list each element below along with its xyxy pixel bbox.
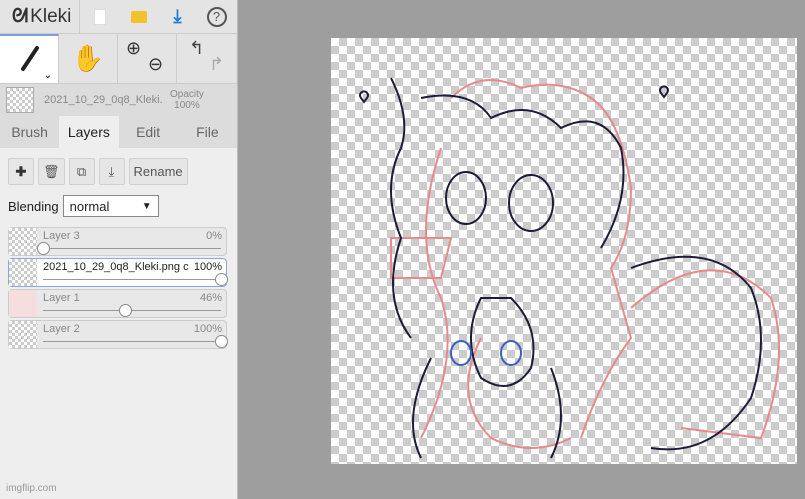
layer-opacity-slider[interactable]: [43, 304, 221, 317]
layer-opacity: 100%: [193, 323, 222, 335]
layer-thumbnail: [9, 290, 37, 317]
add-layer-button[interactable]: ✚: [8, 158, 34, 185]
zoom-in-icon[interactable]: ⊕: [126, 38, 141, 59]
layer-thumbnail: [9, 228, 37, 255]
chevron-down-icon[interactable]: ⌄: [44, 70, 52, 81]
duplicate-layer-button[interactable]: ⧉: [68, 158, 95, 185]
layer-name: Layer 2: [43, 323, 80, 335]
file-thumbnail: [6, 87, 34, 113]
blending-label: Blending: [8, 198, 59, 214]
layer-name: Layer 1: [43, 292, 80, 304]
layer-name: 2021_10_29_0q8_Kleki.png c: [43, 261, 189, 273]
undo-redo-buttons: ↰ ↱: [177, 34, 236, 83]
layer-thumbnail: [9, 321, 37, 348]
layer-opacity: 46%: [199, 292, 222, 304]
navy-sketch-layer: [359, 77, 762, 459]
slider-knob[interactable]: [37, 242, 50, 255]
layer-opacity-slider[interactable]: [43, 273, 228, 286]
layer-list: Layer 3 0% 2021_10_29_0q8_Kleki.png c 100%…: [8, 227, 229, 349]
hand-icon: ✋: [71, 43, 105, 73]
opacity-label: Opacity: [170, 89, 204, 100]
tab-layers[interactable]: Layers: [59, 116, 119, 148]
brush-tool-button[interactable]: ⌄: [0, 34, 59, 83]
layer-thumbnail: [9, 259, 37, 286]
slider-knob[interactable]: [215, 335, 228, 348]
zoom-buttons: ⊕ ⊖: [118, 34, 177, 83]
tab-edit[interactable]: Edit: [119, 116, 178, 148]
sidebar: ᘛ Kleki ⤓ ? ⌄ ✋ ⊕ ⊖ ↰ ↱ 2021_10_29_0q8_Klek…: [0, 0, 238, 499]
blue-sketch-layer: [450, 340, 522, 366]
merge-layer-button[interactable]: ⤓: [98, 158, 125, 185]
layers-panel: ✚ 🗑 ⧉ ⤓ Rename Blending normal ▼ Layer 3 0…: [0, 148, 237, 499]
zoom-out-icon[interactable]: ⊖: [148, 54, 163, 75]
new-image-icon[interactable]: [80, 0, 119, 34]
undo-icon[interactable]: ↰: [189, 38, 204, 59]
layer-item[interactable]: 2021_10_29_0q8_Kleki.png c 100%: [8, 258, 228, 287]
rename-button[interactable]: Rename: [128, 158, 188, 185]
slider-knob[interactable]: [118, 304, 132, 317]
redo-icon[interactable]: ↱: [209, 54, 224, 75]
help-icon[interactable]: ?: [197, 0, 236, 34]
sketch-artwork: [359, 77, 780, 459]
chevron-down-icon: ▼: [141, 200, 152, 212]
layer-opacity: 0%: [206, 230, 222, 242]
layer-opacity: 100%: [193, 261, 222, 273]
delete-layer-button[interactable]: 🗑: [38, 158, 65, 185]
layer-name: Layer 3: [43, 230, 80, 242]
layer-item[interactable]: Layer 2 100%: [8, 320, 228, 349]
top-bar: ᘛ Kleki ⤓ ?: [0, 0, 237, 34]
merge-down-icon: ⤓: [108, 163, 115, 179]
layer-opacity-slider[interactable]: [43, 335, 228, 348]
tab-brush[interactable]: Brush: [0, 116, 59, 148]
layer-opacity-slider[interactable]: [37, 242, 221, 255]
blending-select[interactable]: normal ▼: [62, 195, 159, 217]
app-name: Kleki: [30, 5, 72, 27]
file-info: 2021_10_29_0q8_Kleki.png Opacity100%: [0, 84, 237, 116]
download-icon[interactable]: ⤓: [158, 0, 197, 34]
tab-file[interactable]: File: [178, 116, 237, 148]
slider-knob[interactable]: [215, 273, 228, 286]
opacity-value: 100%: [174, 100, 200, 111]
trash-icon: 🗑: [43, 163, 60, 179]
open-folder-icon[interactable]: [119, 0, 158, 34]
kleki-logo[interactable]: ᘛ Kleki: [0, 0, 80, 33]
hand-tool-button[interactable]: ✋: [59, 34, 118, 83]
drawing-canvas[interactable]: [331, 38, 797, 464]
layer-item[interactable]: Layer 1 46%: [8, 289, 227, 318]
layer-item[interactable]: Layer 3 0%: [8, 227, 227, 256]
file-name: 2021_10_29_0q8_Kleki.png: [44, 94, 162, 106]
blending-value: normal: [69, 198, 110, 214]
brush-icon: [21, 45, 39, 71]
watermark: imgflip.com: [6, 483, 57, 494]
duplicate-icon: ⧉: [76, 163, 87, 179]
